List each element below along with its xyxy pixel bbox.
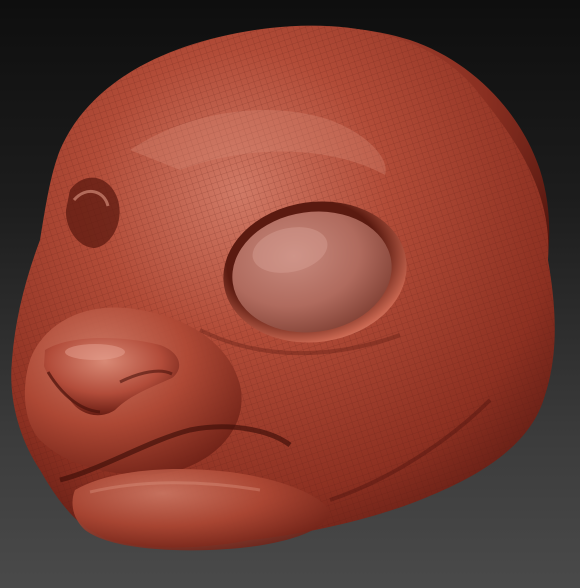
- sculpt-viewport[interactable]: [0, 0, 580, 588]
- sculpted-animal-head-icon: [11, 25, 555, 551]
